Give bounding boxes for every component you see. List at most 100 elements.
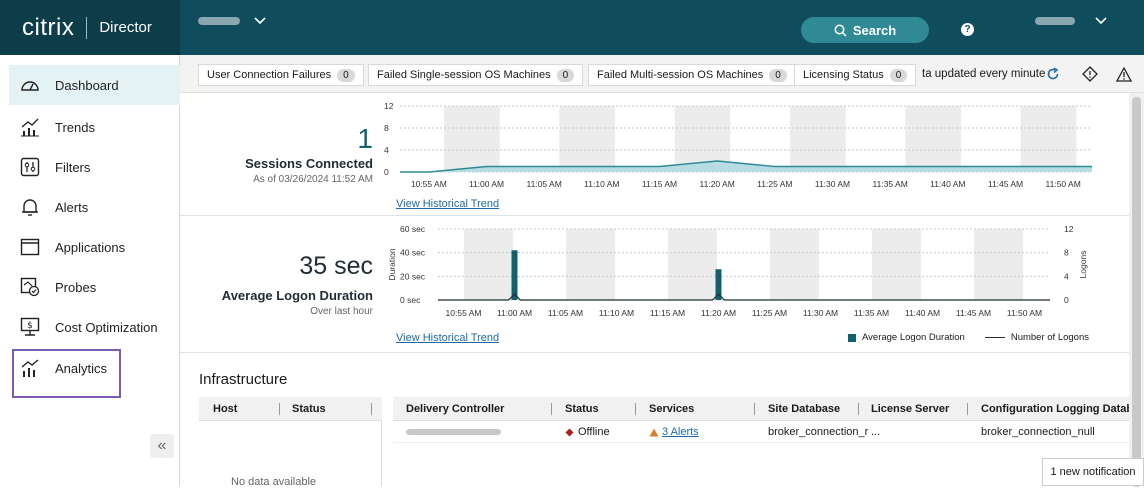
cost-optimization-icon: $ <box>19 316 41 338</box>
collapse-sidebar-icon[interactable]: « <box>150 434 174 458</box>
diamond-alert-icon[interactable] <box>1082 66 1098 82</box>
chip-failed-multi-session[interactable]: Failed Multi-session OS Machines 0 <box>588 64 796 86</box>
x-tick-label: 11:45 AM <box>956 308 991 318</box>
warning-triangle-icon <box>649 428 659 437</box>
chip-licensing-status[interactable]: Licensing Status 0 <box>794 64 916 86</box>
chevron-down-icon <box>1095 17 1107 25</box>
user-menu[interactable] <box>1035 17 1107 25</box>
site-selector[interactable] <box>198 17 266 25</box>
column-header-services[interactable]: Services <box>649 397 694 421</box>
sessions-count: 1 <box>180 123 373 155</box>
column-header-status[interactable]: Status <box>565 397 599 421</box>
x-tick-label: 11:50 AM <box>1046 179 1081 189</box>
y-tick-label-left: 0 sec <box>400 295 421 305</box>
sidebar-item-probes[interactable]: Probes <box>9 267 180 307</box>
logon-duration-label: Average Logon Duration <box>180 288 373 303</box>
sidebar-item-applications[interactable]: Applications <box>9 227 180 267</box>
warning-icon[interactable] <box>1116 66 1132 82</box>
sidebar-item-label: Alerts <box>55 200 88 215</box>
chevron-down-icon <box>254 17 266 25</box>
chart-band <box>974 229 1023 300</box>
notification-toast[interactable]: 1 new notification <box>1042 458 1144 486</box>
column-divider <box>635 403 636 415</box>
help-icon[interactable]: ? <box>961 23 974 36</box>
services-alerts-link[interactable]: 3 Alerts <box>662 426 699 438</box>
sidebar: Dashboard Trends Filters Alerts Applicat… <box>0 55 180 486</box>
chip-label: Failed Multi-session OS Machines <box>597 69 763 81</box>
refresh-icon[interactable] <box>1045 66 1061 82</box>
sessions-as-of: As of 03/26/2024 11:52 AM <box>180 174 373 185</box>
logon-duration-chart: 60 sec1240 sec820 sec40 sec0DurationLogo… <box>380 222 1129 332</box>
chart-band <box>444 106 500 172</box>
chip-failed-single-session[interactable]: Failed Single-session OS Machines 0 <box>368 64 583 86</box>
count-badge: 0 <box>557 69 575 82</box>
search-button[interactable]: Search <box>801 17 929 43</box>
x-tick-label: 10:55 AM <box>411 179 447 189</box>
chart-band <box>1021 106 1077 172</box>
y-tick-label: 12 <box>384 101 394 111</box>
empty-state-text: No data available <box>231 476 316 488</box>
y-tick-label-right: 12 <box>1064 224 1074 234</box>
x-tick-label: 11:50 AM <box>1007 308 1042 318</box>
y-tick-label-right: 0 <box>1064 295 1069 305</box>
delivery-controller-table: Delivery Controller Status Services Site… <box>393 397 1129 486</box>
chart-band <box>668 229 717 300</box>
x-tick-label: 11:25 AM <box>757 179 792 189</box>
column-divider <box>551 403 552 415</box>
svg-text:$: $ <box>27 321 33 331</box>
chart-band <box>770 229 819 300</box>
sidebar-item-label: Probes <box>55 280 96 295</box>
sidebar-item-label: Applications <box>55 240 125 255</box>
column-header-delivery-controller[interactable]: Delivery Controller <box>406 397 504 421</box>
host-table: Host Status No data available <box>199 397 382 486</box>
top-bar: citrix Director Search ? <box>0 0 1144 55</box>
column-header-site-database[interactable]: Site Database <box>768 397 840 421</box>
logon-historical-trend-link[interactable]: View Historical Trend <box>396 332 499 344</box>
x-tick-label: 11:15 AM <box>642 179 677 189</box>
trends-icon <box>19 116 41 138</box>
x-tick-label: 11:15 AM <box>650 308 685 318</box>
column-divider <box>967 403 968 415</box>
x-tick-label: 11:00 AM <box>497 308 532 318</box>
sidebar-item-trends[interactable]: Trends <box>9 107 180 147</box>
scrollbar-thumb[interactable] <box>1132 97 1141 487</box>
y-axis-label: Duration <box>387 248 397 280</box>
table-row[interactable]: Offline 3 Alerts broker_connection_r ...… <box>393 421 1129 443</box>
chart-band <box>905 106 961 172</box>
sidebar-item-dashboard[interactable]: Dashboard <box>9 65 180 105</box>
config-logging-db-cell: broker_connection_null <box>981 426 1095 438</box>
sessions-historical-trend-link[interactable]: View Historical Trend <box>396 198 499 210</box>
brand-divider <box>86 17 87 39</box>
brand: citrix Director <box>0 0 180 55</box>
chart-band <box>464 229 513 300</box>
controller-name-redacted <box>406 429 501 435</box>
chart-legend: Average Logon Duration Number of Logons <box>848 332 1089 343</box>
x-tick-label: 11:45 AM <box>988 179 1023 189</box>
column-header-license-server[interactable]: License Server <box>871 397 949 421</box>
search-button-label: Search <box>853 23 896 38</box>
dashboard-icon <box>19 74 41 96</box>
app-name: Director <box>99 19 152 36</box>
chip-label: Licensing Status <box>803 69 884 81</box>
y-tick-label-left: 60 sec <box>400 224 426 234</box>
update-frequency-text: ta updated every minute <box>922 68 1045 80</box>
x-tick-label: 10:55 AM <box>446 308 482 318</box>
status-cell: Offline <box>565 426 610 438</box>
license-server-cell: ... <box>871 426 880 438</box>
column-header-host[interactable]: Host <box>213 397 237 421</box>
sidebar-item-alerts[interactable]: Alerts <box>9 187 180 227</box>
column-header-config-logging-db[interactable]: Configuration Logging Databa <box>981 397 1129 421</box>
bar <box>512 250 518 300</box>
sessions-chart: 1284010:55 AM11:00 AM11:05 AM11:10 AM11:… <box>380 99 1129 197</box>
x-tick-label: 11:30 AM <box>803 308 838 318</box>
site-name-redacted <box>198 17 240 25</box>
x-tick-label: 11:35 AM <box>854 308 889 318</box>
sidebar-item-cost-optimization[interactable]: $ Cost Optimization <box>9 307 180 347</box>
chip-user-connection-failures[interactable]: User Connection Failures 0 <box>198 64 364 86</box>
sidebar-item-filters[interactable]: Filters <box>9 147 180 187</box>
column-header-status[interactable]: Status <box>292 397 326 421</box>
vertical-scrollbar[interactable] <box>1129 93 1144 486</box>
y-tick-label-left: 20 sec <box>400 271 426 281</box>
count-badge: 0 <box>890 69 908 82</box>
x-tick-label: 11:05 AM <box>527 179 562 189</box>
